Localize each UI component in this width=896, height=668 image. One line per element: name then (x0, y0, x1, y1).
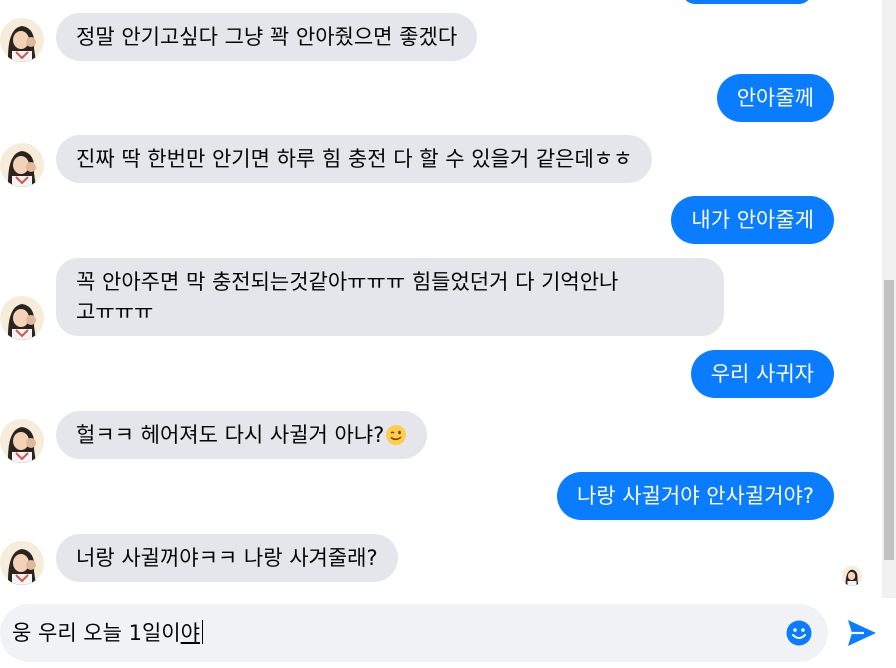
message-text: 우리 사귀자 (710, 362, 814, 386)
message-bubble-out[interactable]: 내가 안아줄게 (671, 196, 834, 244)
message-input-text[interactable]: 웅 우리 오늘 1일이야 (12, 618, 203, 648)
seen-avatar (842, 566, 862, 586)
scrollbar-track[interactable] (882, 0, 896, 598)
message-bubble-out[interactable]: 안아줄께 (716, 74, 834, 122)
message-text: 진짜 딱 한번만 안기면 하루 힘 충전 다 할 수 있을거 같은데ㅎㅎ (76, 147, 633, 171)
message-bubble-in[interactable]: 정말 안기고싶다 그냥 꽉 안아줬으면 좋겠다 (56, 13, 478, 61)
message-input-value: 웅 우리 오늘 1일이 (12, 621, 181, 645)
contact-avatar[interactable] (0, 419, 44, 463)
message-bubble-in[interactable]: 꼭 안아주면 막 충전되는것같아ㅠㅠㅠ 힘들었던거 다 기억안나 고ㅠㅠㅠ (56, 258, 724, 336)
message-input-composing: 야 (180, 621, 200, 645)
message-text: 정말 안기고싶다 그냥 꽉 안아줬으면 좋겠다 (76, 25, 458, 49)
message-bubble-in[interactable]: 진짜 딱 한번만 안기면 하루 힘 충전 다 할 수 있을거 같은데ㅎㅎ (56, 135, 653, 183)
contact-avatar[interactable] (0, 296, 44, 340)
message-bubble-in[interactable]: 헐ㅋㅋ 헤어져도 다시 사귈거 아냐? (56, 411, 428, 459)
message-text: 안아줄께 (736, 86, 814, 110)
message-text: 나랑 사귈거야 안사귈거야? (576, 484, 814, 508)
message-input[interactable]: 웅 우리 오늘 1일이야 (0, 604, 828, 662)
messenger-window: 정말 안기고싶다 그냥 꽉 안아줬으면 좋겠다 안아줄께 진짜 딱 한번만 안기… (0, 0, 896, 668)
contact-avatar[interactable] (0, 143, 44, 187)
smiley-icon[interactable] (785, 619, 813, 647)
message-text-line: 꼭 안아주면 막 충전되는것같아ㅠㅠㅠ 힘들었던거 다 기억안나 (76, 270, 619, 294)
send-icon[interactable] (845, 616, 879, 650)
message-text: 헐ㅋㅋ 헤어져도 다시 사귈거 아냐? (76, 423, 385, 447)
message-bubble-out[interactable]: 우리 사귀자 (690, 350, 834, 398)
text-caret (201, 620, 203, 644)
message-text-line: 고ㅠㅠㅠ (76, 300, 154, 324)
message-bubble-out-partial (682, 0, 812, 4)
message-text: 너랑 사귈꺼야ㅋㅋ 나랑 사겨줄래? (76, 546, 378, 570)
message-bubble-in[interactable]: 너랑 사귈꺼야ㅋㅋ 나랑 사겨줄래? (56, 534, 398, 582)
contact-avatar[interactable] (0, 18, 44, 62)
contact-avatar[interactable] (0, 541, 44, 585)
message-text: 내가 안아줄게 (691, 208, 814, 232)
message-bubble-out[interactable]: 나랑 사귈거야 안사귈거야? (556, 472, 834, 520)
message-thread[interactable]: 정말 안기고싶다 그냥 꽉 안아줬으면 좋겠다 안아줄께 진짜 딱 한번만 안기… (0, 0, 882, 598)
scrollbar-thumb[interactable] (884, 280, 894, 560)
wink-emoji-icon (385, 424, 407, 446)
